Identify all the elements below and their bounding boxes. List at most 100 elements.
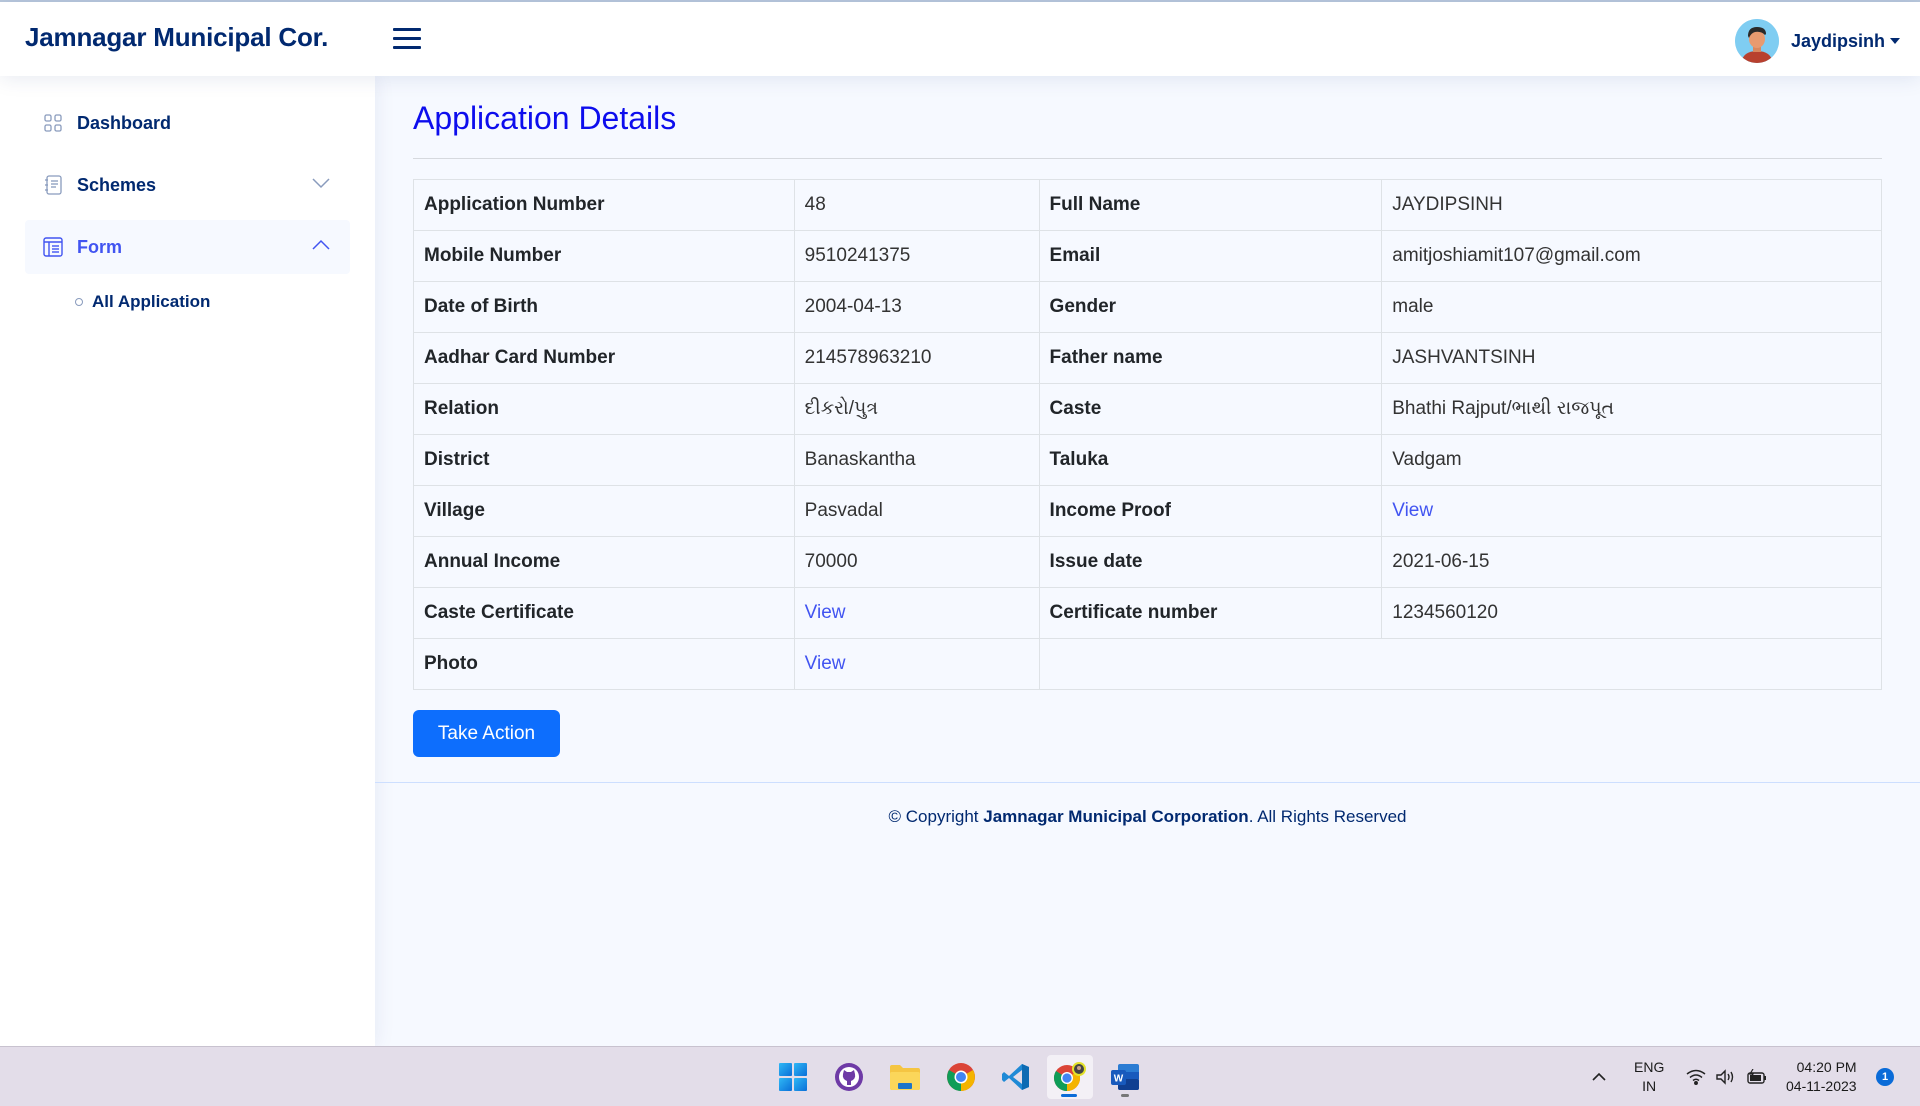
- income-proof-view-link[interactable]: View: [1392, 500, 1433, 521]
- table-row: Annual Income 70000 Issue date 2021-06-1…: [413, 536, 1882, 588]
- footer: © Copyright Jamnagar Municipal Corporati…: [375, 782, 1920, 862]
- app-logo[interactable]: Jamnagar Municipal Cor.: [25, 22, 328, 53]
- table-row: Relation દીકરો/પુત્ર Caste Bhathi Rajput…: [413, 383, 1882, 435]
- field-value: દીકરો/પુત્ર: [793, 383, 1040, 435]
- chrome-profile-icon: [1053, 1062, 1086, 1092]
- chevron-down-icon: [312, 176, 330, 194]
- field-value: 2004-04-13: [793, 281, 1040, 333]
- field-value: 48: [793, 179, 1040, 231]
- sidebar: Dashboard Schemes Form All Application: [0, 76, 375, 1046]
- user-avatar-icon: [1734, 19, 1779, 63]
- sidebar-subitem-all-application[interactable]: All Application: [25, 282, 350, 322]
- field-value: 9510241375: [793, 230, 1040, 282]
- field-value: Vadgam: [1381, 434, 1882, 486]
- word-icon: W: [1111, 1064, 1139, 1090]
- file-explorer-icon: [890, 1065, 920, 1090]
- field-label: Mobile Number: [413, 230, 795, 282]
- field-label: Annual Income: [413, 536, 795, 588]
- field-label: Email: [1038, 230, 1383, 282]
- field-label: Aadhar Card Number: [413, 332, 795, 384]
- field-label: Village: [413, 485, 795, 537]
- taskbar-github-desktop[interactable]: [827, 1055, 871, 1099]
- sidebar-item-label: Schemes: [77, 174, 157, 195]
- language-indicator[interactable]: ENG IN: [1634, 1047, 1664, 1106]
- application-details-table: Application Number 48 Full Name JAYDIPSI…: [413, 179, 1883, 690]
- table-row: Application Number 48 Full Name JAYDIPSI…: [413, 179, 1882, 231]
- field-label: Relation: [413, 383, 795, 435]
- field-label: Gender: [1038, 281, 1383, 333]
- chevron-up-icon: [1592, 1072, 1606, 1081]
- footer-prefix: © Copyright: [888, 807, 984, 826]
- field-label: Issue date: [1038, 536, 1383, 588]
- taskbar-vscode[interactable]: [994, 1055, 1038, 1099]
- grid-icon: [43, 113, 63, 133]
- table-row: Photo View: [413, 638, 1883, 690]
- active-app-indicator: [1061, 1094, 1077, 1097]
- field-value: 70000: [793, 536, 1040, 588]
- taskbar-start-button[interactable]: [771, 1055, 815, 1099]
- table-row: Caste Certificate View Certificate numbe…: [413, 587, 1882, 639]
- vscode-icon: [1002, 1064, 1029, 1090]
- hamburger-icon-line: [393, 46, 421, 49]
- caret-down-icon: [1890, 38, 1900, 44]
- field-label: Caste: [1038, 383, 1383, 435]
- journal-text-icon: [43, 175, 63, 195]
- sidebar-item-label: Dashboard: [77, 112, 172, 133]
- field-label: Date of Birth: [413, 281, 795, 333]
- sidebar-item-form[interactable]: Form: [25, 220, 350, 274]
- field-value: amitjoshiamit107@gmail.com: [1381, 230, 1882, 282]
- user-name: Jaydipsinh: [1790, 30, 1885, 51]
- hamburger-icon-line: [393, 37, 421, 40]
- sidebar-item-schemes[interactable]: Schemes: [25, 158, 350, 212]
- field-label: Full Name: [1038, 179, 1383, 231]
- volume-icon: [1716, 1069, 1734, 1085]
- toggle-sidebar-button[interactable]: [393, 28, 421, 50]
- field-label: Certificate number: [1038, 587, 1383, 639]
- battery-charging-icon: [1747, 1069, 1766, 1084]
- field-value-cell: View: [1381, 485, 1882, 537]
- taskbar-word[interactable]: W: [1103, 1055, 1147, 1099]
- wifi-icon: [1686, 1069, 1706, 1085]
- title-divider: [413, 158, 1882, 159]
- field-value: JAYDIPSINH: [1381, 179, 1882, 231]
- caste-certificate-view-link[interactable]: View: [805, 602, 846, 623]
- taskbar-chrome[interactable]: [939, 1055, 983, 1099]
- field-value-cell: View: [793, 587, 1040, 639]
- field-value: Bhathi Rajput/ભાથી રાજપૂત: [1381, 383, 1882, 435]
- sidebar-item-dashboard[interactable]: Dashboard: [25, 96, 350, 150]
- hamburger-icon: [393, 28, 421, 31]
- system-status-tray[interactable]: [1686, 1047, 1768, 1106]
- field-value: 2021-06-15: [1381, 536, 1882, 588]
- field-label: Photo: [413, 638, 795, 690]
- main-content: Application Details Application Number 4…: [375, 76, 1920, 1046]
- empty-cell: [1038, 638, 1883, 690]
- clock[interactable]: 04:20 PM 04-11-2023: [1786, 1047, 1857, 1106]
- field-value: 1234560120: [1381, 587, 1882, 639]
- notification-badge: 1: [1876, 1068, 1894, 1086]
- table-row: Date of Birth 2004-04-13 Gender male: [413, 281, 1882, 333]
- windows-start-icon: [779, 1063, 807, 1091]
- field-value: Banaskantha: [793, 434, 1040, 486]
- running-app-indicator: [1121, 1094, 1129, 1097]
- field-label: Income Proof: [1038, 485, 1383, 537]
- table-row: Aadhar Card Number 214578963210 Father n…: [413, 332, 1882, 384]
- field-value-cell: View: [793, 638, 1040, 690]
- notification-center-button[interactable]: 1: [1876, 1047, 1894, 1106]
- field-label: Caste Certificate: [413, 587, 795, 639]
- field-label: Taluka: [1038, 434, 1383, 486]
- show-hidden-icons-button[interactable]: [1592, 1047, 1606, 1106]
- photo-view-link[interactable]: View: [805, 653, 846, 674]
- lang-code: ENG: [1634, 1059, 1665, 1075]
- user-profile-dropdown[interactable]: Jaydipsinh: [1734, 19, 1900, 63]
- taskbar-chrome-profile-active[interactable]: [1047, 1055, 1093, 1099]
- field-label: District: [413, 434, 795, 486]
- chrome-icon: [947, 1063, 975, 1091]
- take-action-button[interactable]: Take Action: [413, 710, 560, 757]
- table-row: Village Pasvadal Income Proof View: [413, 485, 1882, 537]
- windows-taskbar: W ENG IN 04:20 PM 04-11-2023 1: [0, 1046, 1920, 1106]
- taskbar-file-explorer[interactable]: [883, 1055, 927, 1099]
- table-row: Mobile Number 9510241375 Email amitjoshi…: [413, 230, 1882, 282]
- chevron-up-icon: [312, 238, 330, 256]
- table-row: District Banaskantha Taluka Vadgam: [413, 434, 1882, 486]
- field-value: Pasvadal: [793, 485, 1040, 537]
